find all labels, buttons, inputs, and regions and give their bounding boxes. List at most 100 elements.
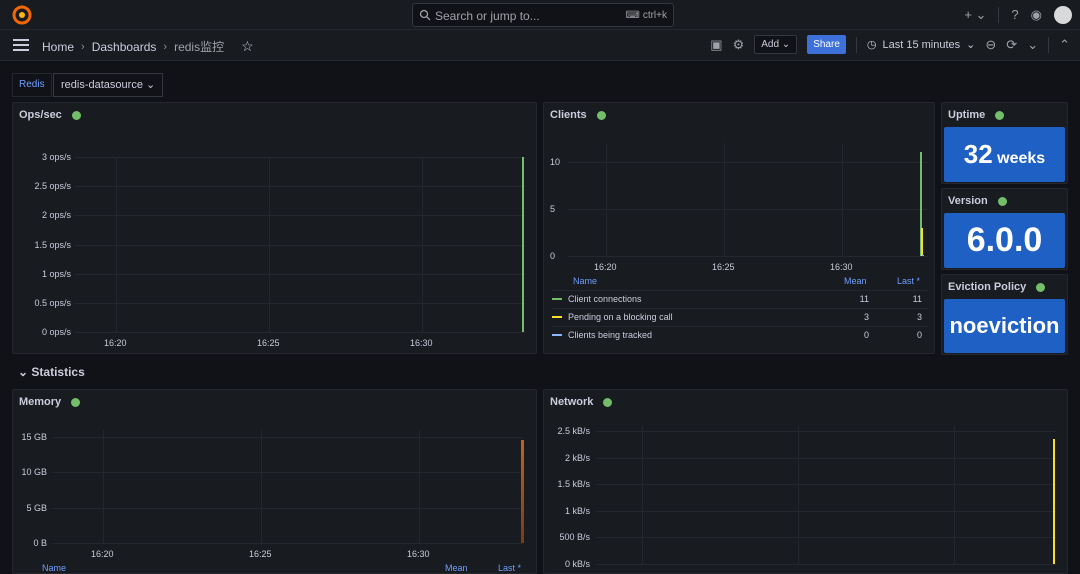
grid-line <box>75 215 525 217</box>
panel-title: Ops/sec <box>19 109 81 121</box>
help-icon[interactable]: ? <box>1011 5 1018 25</box>
add-button[interactable]: Add ⌄ <box>754 35 798 54</box>
legend-header-last[interactable]: Last * <box>498 563 521 573</box>
collapse-chevron-up-icon[interactable]: ⌃ <box>1059 37 1070 53</box>
legend-header-name[interactable]: Name <box>42 563 66 573</box>
grid-line <box>53 543 523 544</box>
keyboard-icon: ⌨ <box>625 10 640 21</box>
legend-header-last[interactable]: Last * <box>897 276 920 286</box>
grid-line <box>269 157 270 332</box>
y-axis-tick-label: 3 ops/s <box>41 152 71 162</box>
panel-clients[interactable]: Clients 16:20 16:25 16:30 0 5 10 Name Mean La… <box>543 102 935 354</box>
panel-title: Network <box>550 396 613 408</box>
status-dot <box>596 110 606 120</box>
search-placeholder: Search or jump to... <box>435 9 540 23</box>
legend-row[interactable]: Pending on a blocking call 3 3 <box>552 308 928 326</box>
panel-network[interactable]: Network 0 kB/s 500 B/s 1 kB/s 1.5 kB/s 2 kB/… <box>543 389 1068 574</box>
settings-gear-icon[interactable]: ⚙ <box>733 37 745 53</box>
share-button[interactable]: Share <box>807 35 846 54</box>
x-axis-tick-label: 16:30 <box>407 549 430 559</box>
grid-line <box>596 510 1056 512</box>
legend-header-mean[interactable]: Mean <box>445 563 468 573</box>
stat-value: 6.0.0 <box>966 221 1043 259</box>
datasource-select[interactable]: redis-datasource ⌄ <box>53 73 164 97</box>
series-line-spike <box>922 255 924 256</box>
y-axis-tick-label: 0 <box>550 251 556 261</box>
grafana-logo-icon[interactable] <box>12 5 32 25</box>
legend-mean-value: 11 <box>859 294 869 304</box>
panel-memory[interactable]: Memory 16:20 16:25 16:30 0 B5 GB 10 GB 15 GB … <box>12 389 537 574</box>
legend-series-name: Pending on a blocking call <box>568 312 673 322</box>
news-rss-icon[interactable]: ◉ <box>1031 5 1042 25</box>
y-axis-tick-label: 1.5 kB/s <box>557 479 590 490</box>
grid-line <box>568 161 928 163</box>
y-axis-tick-label: 2.5 ops/s <box>34 181 71 192</box>
x-axis-tick-label: 16:30 <box>410 338 433 348</box>
panel-title-text: Network <box>550 396 594 408</box>
panel-uptime[interactable]: Uptime 32 weeks <box>941 102 1068 184</box>
grid-line <box>116 157 117 332</box>
variable-label: Redis <box>12 73 52 97</box>
panel-title: Clients <box>550 109 606 121</box>
breadcrumb-dashboards[interactable]: Dashboards <box>92 40 157 54</box>
grid-line <box>422 157 423 332</box>
panel-title: Memory <box>19 396 81 408</box>
legend-header-name[interactable]: Name <box>573 276 597 286</box>
grid-line <box>75 244 525 246</box>
grid-line <box>596 484 1056 486</box>
y-axis-tick-label: 2 ops/s <box>41 210 71 221</box>
x-axis-tick-label: 16:30 <box>830 262 853 272</box>
panel-title-text: Uptime <box>948 109 986 121</box>
time-range-picker[interactable]: ◷ Last 15 minutes ⌄ <box>866 38 975 52</box>
grid-line <box>798 426 799 564</box>
chevron-down-icon: ⌄ <box>146 79 156 91</box>
grid-line <box>842 143 843 256</box>
stat-value-box: noeviction <box>944 299 1065 353</box>
search-input[interactable]: Search or jump to... ⌨ ctrl+k <box>412 3 674 27</box>
legend-series-name: Client connections <box>568 294 642 304</box>
panel-eviction-policy[interactable]: Eviction Policy noeviction <box>941 274 1068 355</box>
grid-line <box>568 256 928 257</box>
menu-icon[interactable] <box>13 39 29 51</box>
stat-value: noeviction <box>949 313 1060 338</box>
legend-last-value: 0 <box>916 330 922 340</box>
grid-line <box>75 157 525 158</box>
grid-line <box>596 537 1056 539</box>
grid-line <box>75 302 525 304</box>
dashboard-nav: Home › Dashboards › redis监控 ☆ ▣ ⚙ Add ⌄ … <box>0 30 1080 61</box>
add-label: Add <box>761 39 780 50</box>
y-axis-tick-label: 1 kB/s <box>564 505 590 516</box>
y-axis-tick-label: 2.5 kB/s <box>557 426 590 437</box>
x-axis-tick-label: 16:25 <box>712 262 735 272</box>
refresh-interval-chevron-icon[interactable]: ⌄ <box>1027 37 1038 53</box>
legend-swatch <box>552 334 562 336</box>
refresh-icon[interactable]: ⟳ <box>1006 37 1017 53</box>
x-axis-tick-label: 16:25 <box>249 549 272 559</box>
row-statistics[interactable]: ⌄ Statistics <box>18 365 85 379</box>
zoom-out-icon[interactable]: ⊖ <box>985 37 996 53</box>
status-dot <box>71 397 81 407</box>
series-line-spike <box>1053 439 1055 564</box>
save-icon[interactable]: ▣ <box>710 37 722 53</box>
grid-line <box>419 430 420 543</box>
panel-ops-sec[interactable]: Ops/sec 0 ops/s 0.5 ops/s 1 ops/s 1.5 ops/s… <box>12 102 537 354</box>
chevron-down-icon: ⌄ <box>18 365 29 379</box>
clock-icon: ◷ <box>866 39 877 51</box>
legend-header-mean[interactable]: Mean <box>844 276 867 286</box>
legend-row[interactable]: Clients being tracked 0 0 <box>552 326 928 344</box>
panel-version[interactable]: Version 6.0.0 <box>941 188 1068 270</box>
breadcrumb-home[interactable]: Home <box>42 40 74 54</box>
panel-title: Version <box>948 195 1007 207</box>
x-axis-tick-label: 16:20 <box>91 549 114 559</box>
legend-row[interactable]: Client connections 11 11 <box>552 290 928 308</box>
star-icon[interactable]: ☆ <box>241 38 254 55</box>
x-axis-tick-label: 16:20 <box>104 338 127 348</box>
legend-mean-value: 3 <box>863 312 869 322</box>
grid-line <box>724 143 725 256</box>
new-plus-icon[interactable]: + ⌄ <box>964 5 986 25</box>
divider <box>855 36 857 53</box>
x-axis-tick-label: 16:20 <box>594 262 617 272</box>
avatar[interactable] <box>1054 6 1072 24</box>
status-dot <box>1036 282 1046 292</box>
grid-line <box>75 332 525 333</box>
